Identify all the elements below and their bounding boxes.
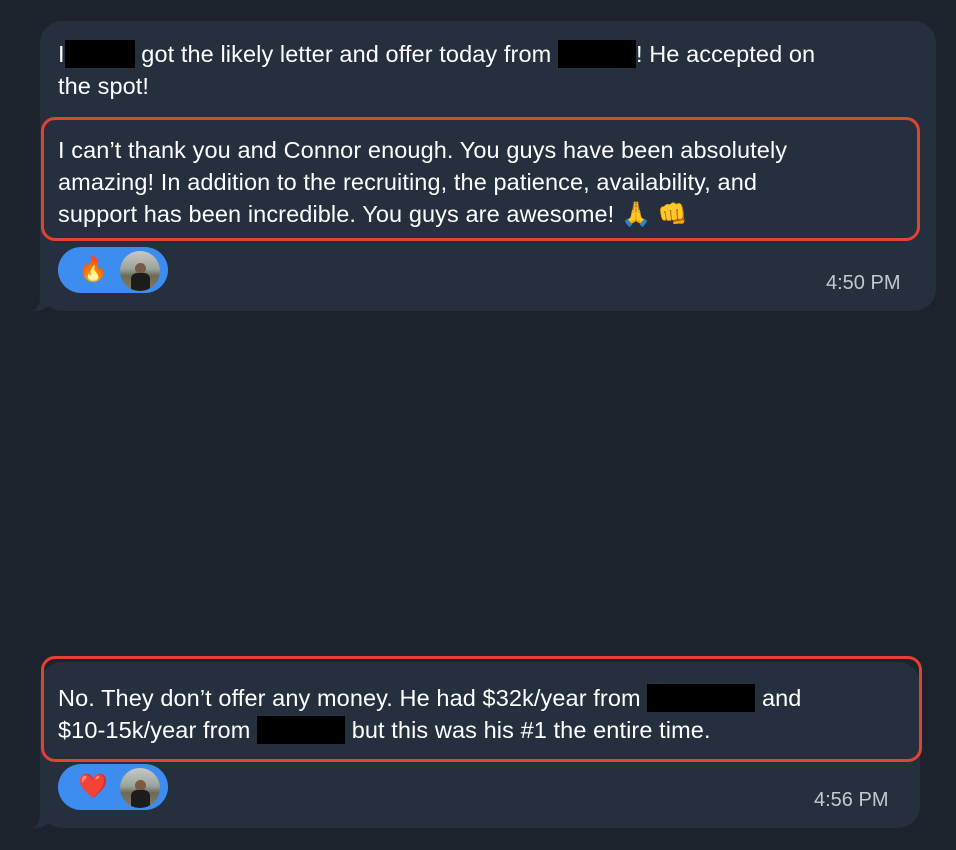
message-1-highlight-line-3: support has been incredible. You guys ar… [58, 201, 688, 228]
reaction-avatar-2 [120, 768, 160, 808]
message-2-text-line-2: $10-15k/year from but this was his #1 th… [58, 716, 711, 744]
message-1-highlight-line-1: I can’t thank you and Connor enough. You… [58, 137, 788, 163]
redacted-school-2 [647, 684, 756, 712]
message-1-timestamp: 4:50 PM [826, 272, 901, 294]
message-1-highlight-line-2: amazing! In addition to the recruiting, … [58, 169, 758, 195]
fire-emoji-icon: 🔥 [78, 256, 108, 283]
message-1-text-line-2: the spot! [58, 73, 150, 99]
redacted-name [64, 40, 135, 68]
redacted-school [557, 40, 636, 68]
message-2-text-line-1: No. They don’t offer any money. He had $… [58, 684, 802, 712]
reaction-avatar [120, 251, 160, 291]
redacted-school-3 [257, 716, 346, 744]
pray-fist-emoji-icon: 🙏 👊 [620, 201, 688, 228]
message-2-timestamp: 4:56 PM [814, 789, 889, 811]
reactions-pill-1[interactable]: 🔥 [58, 247, 168, 293]
reactions-pill-2[interactable]: ❤️ [58, 764, 168, 810]
message-1-text-line-1: I got the likely letter and offer today … [58, 40, 816, 68]
heart-emoji-icon: ❤️ [78, 773, 108, 800]
